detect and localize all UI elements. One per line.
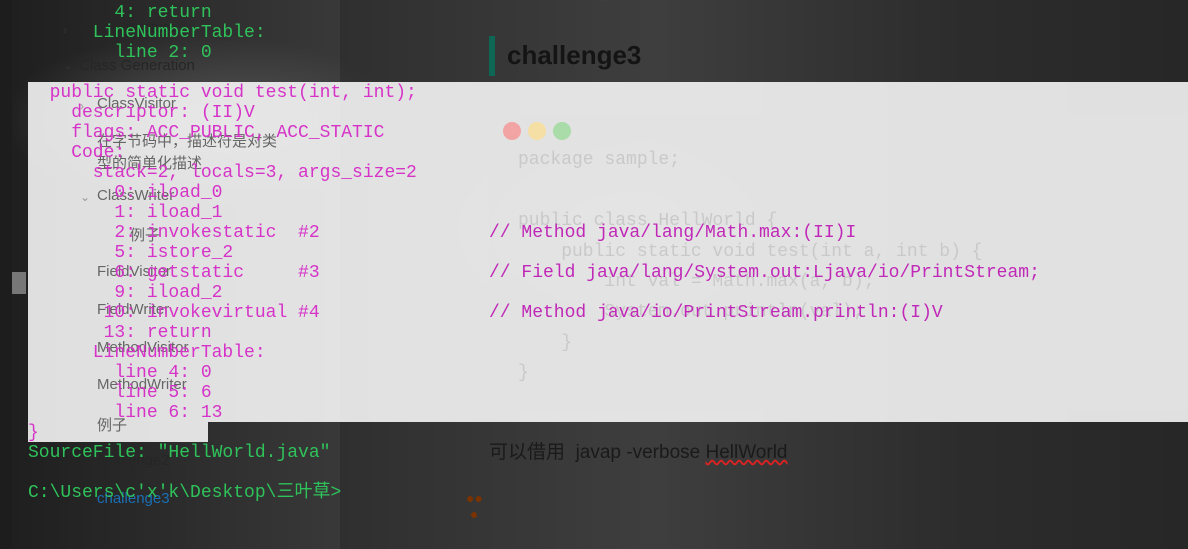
terminal-prompt[interactable]: C:\Users\c'x'k\Desktop\三叶草>	[28, 483, 341, 503]
terminal-line: line 6: 13	[28, 403, 223, 423]
code-line: package sample;	[518, 150, 681, 170]
maximize-dot-icon	[553, 122, 571, 140]
terminal-line: line 4: 0	[28, 363, 212, 383]
terminal-line: 1: iload_1	[28, 203, 223, 223]
minimize-dot-icon	[528, 122, 546, 140]
javap-command: javap -verbose	[575, 442, 701, 463]
paw-icon: ●● ●	[466, 490, 483, 522]
terminal-line: 5: istore_2	[28, 243, 234, 263]
terminal-line: flags: ACC_PUBLIC, ACC_STATIC	[28, 123, 385, 143]
close-dot-icon	[503, 122, 521, 140]
terminal-line: }	[28, 423, 39, 443]
terminal-line: Code:	[28, 143, 126, 163]
terminal-line: 2: invokestatic #2	[28, 223, 320, 243]
terminal-line: descriptor: (II)V	[28, 103, 255, 123]
javap-prefix: 可以借用	[489, 442, 566, 463]
terminal-line: LineNumberTable:	[28, 343, 266, 363]
scrollbar-thumb[interactable]	[12, 272, 26, 294]
terminal-line: 6: getstatic #3	[28, 263, 320, 283]
terminal-line: LineNumberTable:	[28, 23, 266, 43]
terminal-line: 10: invokevirtual #4	[28, 303, 320, 323]
terminal-comment: // Field java/lang/System.out:Ljava/io/P…	[489, 263, 1040, 283]
cut-off-text: ...	[600, 0, 612, 4]
window-edge	[0, 0, 12, 549]
javap-argument: HellWorld	[705, 442, 788, 463]
paragraph: 可以借用 javap -verbose HellWorld	[489, 437, 788, 464]
terminal-line: line 2: 0	[28, 43, 212, 63]
terminal-comment: // Method java/io/PrintStream.println:(I…	[489, 303, 943, 323]
terminal-line: line 5: 6	[28, 383, 212, 403]
terminal-sourcefile: SourceFile: "HellWorld.java"	[28, 443, 331, 463]
page-title: challenge3	[507, 40, 642, 70]
terminal-line: 9: iload_2	[28, 283, 223, 303]
code-line: }	[518, 333, 573, 353]
terminal-comment: // Method java/lang/Math.max:(II)I	[489, 223, 857, 243]
terminal-line: 4: return	[28, 3, 212, 23]
terminal-line: 13: return	[28, 323, 212, 343]
terminal-line: public static void test(int, int);	[28, 83, 417, 103]
code-line: public static void test(int a, int b) {	[518, 242, 983, 262]
heading-marker	[489, 36, 495, 76]
terminal-line: 0: iload_0	[28, 183, 223, 203]
code-line: }	[518, 363, 529, 383]
terminal-line: stack=2, locals=3, args_size=2	[28, 163, 417, 183]
